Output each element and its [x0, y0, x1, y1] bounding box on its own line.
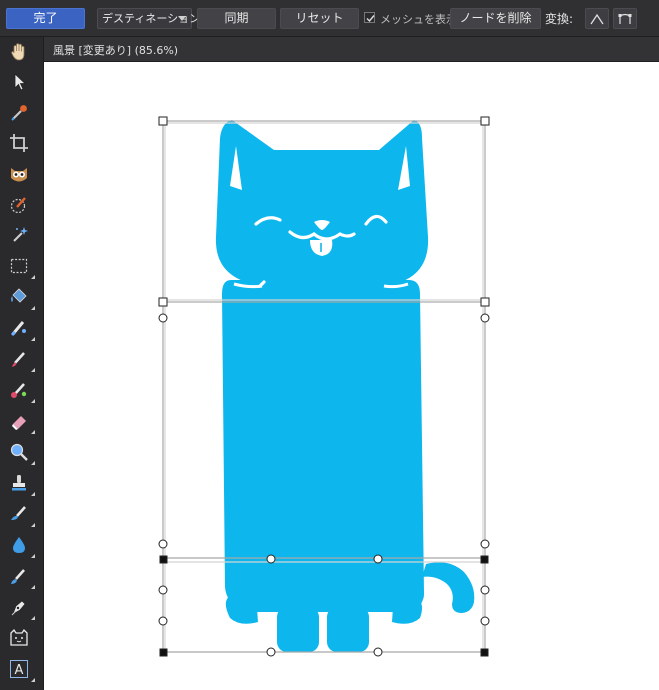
erase-brush-tool[interactable]	[7, 409, 35, 435]
flyout-indicator	[31, 678, 35, 682]
paint-brush-tool[interactable]	[7, 347, 35, 373]
reset-button[interactable]: リセット	[280, 8, 359, 29]
tools-panel: A	[0, 37, 44, 690]
document-title: 風景 [変更あり] (85.6%)	[53, 44, 179, 57]
flyout-indicator	[31, 306, 35, 310]
selection-brush-tool[interactable]	[7, 193, 33, 219]
context-toolbar: 完了 デスティネーション 同期 リセット メッシュを表示 ノードを削除 変換:	[0, 0, 659, 37]
marquee-icon	[10, 258, 28, 274]
transform-label: 変換:	[545, 12, 574, 26]
flyout-indicator	[31, 430, 35, 434]
color-picker-tool[interactable]	[7, 101, 33, 127]
flood-fill-tool[interactable]	[7, 285, 35, 311]
show-mesh-checkbox[interactable]	[364, 12, 375, 23]
color-replacement-tool[interactable]	[7, 378, 35, 404]
cat-illustration	[215, 120, 475, 652]
smudge-tool[interactable]	[7, 502, 35, 528]
move-tool[interactable]	[7, 70, 33, 96]
zoom-icon	[10, 443, 28, 461]
erase-brush-icon	[12, 416, 26, 430]
delete-node-button[interactable]: ノードを削除	[450, 8, 541, 29]
red-eye-owl-icon	[11, 168, 27, 182]
color-picker-icon	[11, 105, 27, 121]
flyout-indicator	[31, 585, 35, 589]
sharp-corner-button[interactable]	[585, 8, 609, 29]
zoom-tool[interactable]	[7, 440, 35, 466]
clone-stamp-tool[interactable]	[7, 471, 35, 497]
text-icon: A	[10, 660, 28, 678]
inpainting-brush-icon	[11, 569, 25, 584]
blur-drop-icon	[13, 537, 25, 553]
flyout-indicator	[31, 461, 35, 465]
magic-wand-tool[interactable]	[7, 223, 33, 249]
svg-text:A: A	[15, 663, 24, 678]
canvas-artwork	[158, 116, 490, 657]
magic-wand-icon	[13, 227, 28, 242]
flyout-indicator	[31, 492, 35, 496]
marquee-tool[interactable]	[7, 254, 35, 280]
document-tab[interactable]: 風景 [変更あり] (85.6%)	[44, 37, 659, 62]
clone-stamp-icon	[12, 475, 26, 491]
canvas[interactable]	[44, 62, 659, 690]
check-icon	[366, 15, 375, 23]
destination-dropdown[interactable]: デスティネーション	[97, 8, 200, 29]
flyout-indicator	[31, 337, 35, 341]
color-replacement-brush-icon	[11, 383, 27, 398]
paint-brush-icon	[12, 352, 25, 367]
flyout-indicator	[31, 616, 35, 620]
pointer-icon	[14, 73, 27, 91]
show-mesh-label: メッシュを表示	[380, 13, 457, 26]
smooth-corner-button[interactable]	[613, 8, 637, 29]
mixer-brush-tool[interactable]	[7, 316, 35, 342]
chevron-down-icon	[178, 16, 186, 21]
flyout-indicator	[31, 554, 35, 558]
mesh-warp-cat-icon	[10, 628, 28, 646]
sharp-corner-icon	[590, 13, 604, 25]
flyout-indicator	[31, 399, 35, 403]
smudge-brush-icon	[11, 506, 26, 520]
pen-tool[interactable]	[7, 595, 35, 621]
inpainting-tool[interactable]	[7, 564, 35, 590]
hand-tool[interactable]	[7, 40, 33, 66]
flyout-indicator	[31, 368, 35, 372]
mesh-warp-tool[interactable]	[7, 626, 33, 652]
hand-icon	[11, 43, 25, 61]
smooth-corner-icon	[618, 13, 632, 24]
red-eye-tool[interactable]	[7, 162, 33, 188]
text-tool[interactable]: A	[7, 657, 35, 683]
crop-tool[interactable]	[7, 131, 33, 157]
selection-brush-icon	[10, 197, 26, 214]
flyout-indicator	[31, 523, 35, 527]
mixer-brush-icon	[10, 321, 26, 337]
crop-icon	[10, 134, 28, 152]
blur-tool[interactable]	[7, 533, 35, 559]
sync-button[interactable]: 同期	[197, 8, 276, 29]
flood-fill-icon	[11, 288, 27, 303]
done-button[interactable]: 完了	[6, 8, 85, 29]
pen-icon	[11, 600, 26, 616]
flyout-indicator	[31, 275, 35, 279]
